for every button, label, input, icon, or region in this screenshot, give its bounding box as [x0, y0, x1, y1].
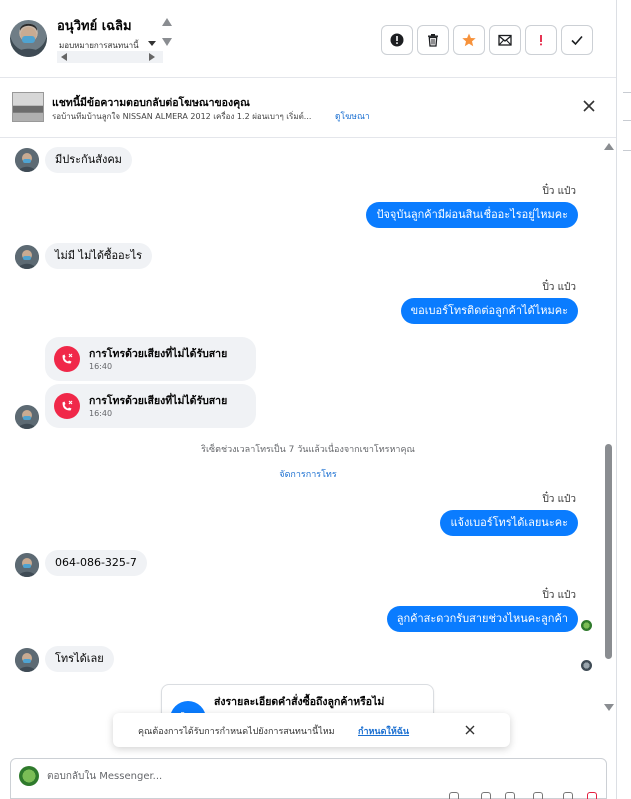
follow-up-button[interactable]: [525, 25, 557, 55]
view-ad-link[interactable]: ดูโฆษณา: [335, 109, 370, 123]
trash-icon: [428, 34, 438, 47]
scroll-up-icon[interactable]: [604, 143, 614, 150]
missed-call-card[interactable]: การโทรด้วยเสียงที่ไม่ได้รับสาย 16:40: [45, 384, 256, 428]
call-time: 16:40: [89, 362, 113, 371]
outgoing-message: ลูกค้าสะดวกรับสายช่วงไหนคะลูกค้า: [386, 606, 578, 632]
sender-name: ปิ๋ว แป๋ว: [542, 186, 576, 197]
attachment-icon[interactable]: [449, 792, 459, 799]
outgoing-message: ขอเบอร์โทรติดต่อลูกค้าได้ไหมคะ: [400, 298, 578, 324]
assign-prompt-toast: คุณต้องการได้รับการกำหนดไปยังการสนทนานี้…: [113, 713, 510, 747]
sender-name: ปิ๋ว แป๋ว: [542, 494, 576, 505]
close-icon[interactable]: [580, 97, 598, 115]
star-icon: [462, 33, 476, 47]
contact-seen-avatar: [581, 660, 592, 671]
alert-circle-icon: [390, 33, 404, 47]
emoji-icon[interactable]: [481, 792, 491, 799]
assign-prompt-text: คุณต้องการได้รับการกำหนดไปยังการสนทนานี้…: [138, 727, 335, 737]
incoming-message: ไม่มี ไม่ได้ซื้ออะไร: [45, 243, 153, 269]
envelope-icon: [498, 34, 512, 46]
delete-button[interactable]: [417, 25, 449, 55]
contact-avatar-small: [15, 148, 39, 172]
mark-done-button[interactable]: [561, 25, 593, 55]
call-title: การโทรด้วยเสียงที่ไม่ได้รับสาย: [89, 348, 228, 360]
contact-name[interactable]: อนุวิทย์ เฉลิม: [57, 15, 132, 36]
check-icon: [571, 35, 583, 46]
scroll-right-icon[interactable]: [149, 53, 155, 61]
missed-call-card[interactable]: การโทรด้วยเสียงที่ไม่ได้รับสาย 16:40: [45, 337, 256, 381]
saved-replies-icon[interactable]: [563, 792, 573, 799]
assign-to-me-link[interactable]: กำหนดให้ฉัน: [358, 724, 409, 738]
contact-avatar-small: [15, 553, 39, 577]
reply-composer: [10, 758, 607, 799]
contact-avatar[interactable]: [10, 20, 47, 57]
scroll-down-icon[interactable]: [162, 38, 172, 46]
manage-calls-link[interactable]: จัดการการโทร: [0, 467, 616, 481]
sticker-icon[interactable]: [587, 792, 597, 799]
edge-tick: [623, 92, 631, 93]
incoming-message: มีประกันสังคม: [45, 147, 132, 173]
contact-photo: [14, 23, 43, 57]
scrollbar-thumb[interactable]: [605, 444, 612, 659]
ad-reply-banner: แชทนี้มีข้อความตอบกลับต่อโฆษณาของคุณ รอบ…: [0, 78, 616, 138]
missed-call-icon: [54, 393, 80, 419]
star-button[interactable]: [453, 25, 485, 55]
missed-call-icon: [54, 346, 80, 372]
outgoing-message: ปัจจุบันลูกค้ามีผ่อนสินเชื่ออะไรอยู่ไหมค…: [366, 202, 578, 228]
edge-tick: [623, 120, 631, 121]
scroll-left-icon[interactable]: [61, 53, 67, 61]
chevron-down-icon[interactable]: [148, 41, 156, 46]
scroll-up-icon[interactable]: [162, 18, 172, 26]
contact-avatar-small: [15, 405, 39, 429]
message-thread: มีประกันสังคม ปิ๋ว แป๋ว ปัจจุบันลูกค้ามี…: [0, 139, 616, 754]
sender-name: ปิ๋ว แป๋ว: [542, 282, 576, 293]
call-title: การโทรด้วยเสียงที่ไม่ได้รับสาย: [89, 395, 228, 407]
ad-banner-subtitle: รอบ้านทีมบ้านลูกใจ NISSAN ALMERA 2012 เค…: [52, 112, 312, 121]
read-receipt-avatar: [581, 620, 592, 631]
side-panel-edge: [616, 0, 631, 799]
close-icon[interactable]: [464, 724, 476, 736]
call-time: 16:40: [89, 409, 113, 418]
contact-avatar-small: [15, 245, 39, 269]
ad-banner-title: แชทนี้มีข้อความตอบกลับต่อโฆษณาของคุณ: [52, 97, 250, 109]
edge-tick: [623, 150, 631, 151]
scroll-down-icon[interactable]: [604, 704, 614, 711]
contact-avatar-small: [15, 648, 39, 672]
outgoing-message: แจ้งเบอร์โทรได้เลยนะคะ: [440, 510, 578, 536]
order-details-prompt: ส่งรายละเอียดคำสั่งซื้อถึงลูกค้าหรือไม่: [214, 696, 385, 708]
gif-icon[interactable]: [533, 792, 543, 799]
report-spam-button[interactable]: [381, 25, 413, 55]
image-icon[interactable]: [505, 792, 515, 799]
sender-name: ปิ๋ว แป๋ว: [542, 590, 576, 601]
system-note: ริเซ็ตช่วงเวลาโทรเป็น 7 วันแล้วเนื่องจาก…: [201, 445, 415, 455]
horizontal-scrollbar[interactable]: [57, 51, 163, 63]
thread-scrollbar[interactable]: [603, 139, 615, 754]
conversation-header: อนุวิทย์ เฉลิม มอบหมายการสนทนานี้: [0, 0, 616, 78]
reply-input[interactable]: [47, 767, 567, 785]
ad-thumbnail[interactable]: [12, 92, 44, 122]
incoming-message[interactable]: 064-086-325-7: [45, 550, 147, 576]
mark-unread-button[interactable]: [489, 25, 521, 55]
exclamation-icon: [540, 35, 542, 46]
page-avatar: [19, 766, 39, 786]
incoming-message: โทรได้เลย: [45, 646, 114, 672]
